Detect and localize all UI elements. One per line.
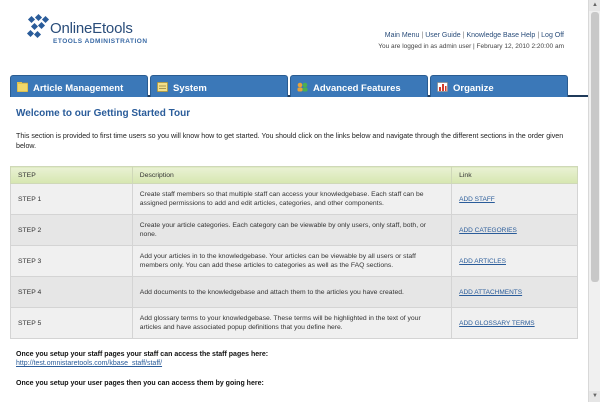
tab-label: Article Management xyxy=(33,83,124,94)
top-links: Main Menu | User Guide | Knowledge Base Help… xyxy=(378,32,564,50)
column-header-description: Description xyxy=(131,166,453,184)
notepad-icon xyxy=(157,82,168,92)
scroll-up-arrow-icon[interactable]: ▲ xyxy=(589,0,600,11)
link-cell: ADD CATEGORIES xyxy=(451,214,578,246)
main-tabs: Article Management System Advanced Featu… xyxy=(10,75,588,97)
table-row: STEP 3 Add your articles in to the knowl… xyxy=(10,245,578,277)
tab-label: Organize xyxy=(453,83,494,94)
step-cell: STEP 4 xyxy=(10,276,133,308)
logo-subtitle: ETOOLS ADMINISTRATION xyxy=(53,38,148,45)
description-cell: Create your article categories. Each cat… xyxy=(131,214,453,246)
tab-label: Advanced Features xyxy=(313,83,401,94)
main-menu-link[interactable]: Main Menu xyxy=(385,32,420,39)
table-row: STEP 5 Add glossary terms to your knowle… xyxy=(10,307,578,339)
staff-url-link[interactable]: http://test.omnistaretools.com/kbase_sta… xyxy=(16,360,268,367)
staff-note: Once you setup your staff pages your sta… xyxy=(16,351,268,367)
column-header-step: STEP xyxy=(10,166,133,184)
description-cell: Add glossary terms to your knowledgebase… xyxy=(131,307,453,339)
logo[interactable]: OnlineEtools ETOOLS ADMINISTRATION xyxy=(26,13,156,50)
main-content: Welcome to our Getting Started Tour This… xyxy=(10,108,586,151)
users-icon xyxy=(297,82,308,92)
steps-table: STEP Description Link STEP 1 Create staf… xyxy=(10,166,578,339)
add-attachments-link[interactable]: ADD ATTACHMENTS xyxy=(459,289,522,296)
login-status: You are logged in as admin user | Februa… xyxy=(378,43,564,50)
link-cell: ADD ARTICLES xyxy=(451,245,578,277)
step-cell: STEP 1 xyxy=(10,183,133,215)
tab-system[interactable]: System xyxy=(150,75,288,97)
log-off-link[interactable]: Log Off xyxy=(541,32,564,39)
add-staff-link[interactable]: ADD STAFF xyxy=(459,196,495,203)
add-glossary-terms-link[interactable]: ADD GLOSSARY TERMS xyxy=(459,320,535,327)
table-row: STEP 1 Create staff members so that mult… xyxy=(10,183,578,215)
folder-icon xyxy=(17,82,28,92)
user-note: Once you setup your user pages then you … xyxy=(16,380,264,387)
description-cell: Create staff members so that multiple st… xyxy=(131,183,453,215)
tab-article-management[interactable]: Article Management xyxy=(10,75,148,97)
link-cell: ADD STAFF xyxy=(451,183,578,215)
step-cell: STEP 5 xyxy=(10,307,133,339)
description-cell: Add your articles in to the knowledgebas… xyxy=(131,245,453,277)
step-cell: STEP 3 xyxy=(10,245,133,277)
staff-note-text: Once you setup your staff pages your sta… xyxy=(16,351,269,358)
link-cell: ADD GLOSSARY TERMS xyxy=(451,307,578,339)
logo-mark-icon xyxy=(26,13,52,40)
description-cell: Add documents to the knowledgebase and a… xyxy=(131,276,453,308)
scroll-down-arrow-icon[interactable]: ▼ xyxy=(589,391,600,402)
kb-help-link[interactable]: Knowledge Base Help xyxy=(466,32,535,39)
logo-name: OnlineEtools xyxy=(50,20,133,37)
add-categories-link[interactable]: ADD CATEGORIES xyxy=(459,227,517,234)
table-row: STEP 4 Add documents to the knowledgebas… xyxy=(10,276,578,308)
step-cell: STEP 2 xyxy=(10,214,133,246)
intro-text: This section is provided to first time u… xyxy=(16,132,564,150)
user-guide-link[interactable]: User Guide xyxy=(425,32,460,39)
table-row: STEP 2 Create your article categories. E… xyxy=(10,214,578,246)
chart-icon xyxy=(437,82,448,92)
tab-organize[interactable]: Organize xyxy=(430,75,568,97)
vertical-scrollbar[interactable]: ▲ ▼ xyxy=(588,0,600,402)
scrollbar-thumb[interactable] xyxy=(591,12,599,282)
page-title: Welcome to our Getting Started Tour xyxy=(16,108,191,119)
tab-label: System xyxy=(173,83,207,94)
page-frame: OnlineEtools ETOOLS ADMINISTRATION Main … xyxy=(0,0,588,402)
link-cell: ADD ATTACHMENTS xyxy=(451,276,578,308)
tab-advanced-features[interactable]: Advanced Features xyxy=(290,75,428,97)
column-header-link: Link xyxy=(451,166,578,184)
add-articles-link[interactable]: ADD ARTICLES xyxy=(459,258,506,265)
table-header-row: STEP Description Link xyxy=(10,166,578,184)
